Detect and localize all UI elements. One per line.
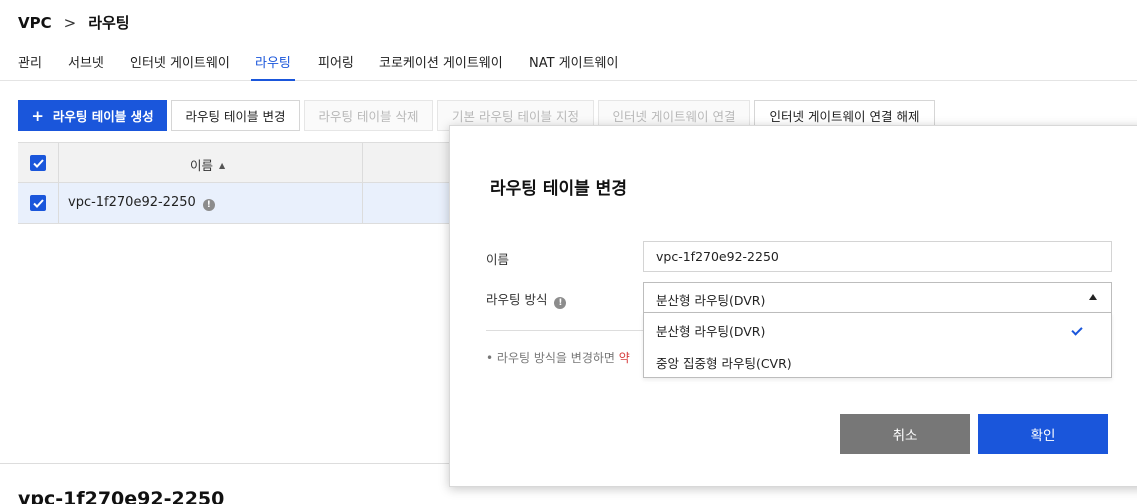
tab-bar: 관리 서브넷 인터넷 게이트웨이 라우팅 피어링 코로케이션 게이트웨이 NAT… (0, 42, 1137, 81)
breadcrumb-current: 라우팅 (88, 14, 130, 32)
column-header-name[interactable]: 이름 ▲ (190, 155, 225, 174)
row-name-cell: vpc-1f270e92-2250! (68, 195, 215, 211)
tab-nat-gateway[interactable]: NAT 게이트웨이 (529, 52, 618, 71)
breadcrumb-root[interactable]: VPC (18, 14, 52, 32)
info-icon[interactable]: ! (554, 297, 567, 309)
tab-routing[interactable]: 라우팅 (251, 52, 295, 81)
column-divider (58, 143, 59, 182)
routing-method-dropdown: 분산형 라우팅(DVR) 중앙 집중형 라우팅(CVR) (643, 313, 1112, 378)
change-routing-table-button[interactable]: 라우팅 테이블 변경 (171, 100, 300, 131)
confirm-button[interactable]: 확인 (978, 414, 1108, 454)
column-header-name-label: 이름 (190, 158, 214, 173)
routing-method-label-text: 라우팅 방식 (486, 292, 548, 307)
option-dvr-label: 분산형 라우팅(DVR) (656, 324, 766, 339)
tab-subnet[interactable]: 서브넷 (68, 52, 104, 71)
breadcrumb: VPC > 라우팅 (18, 12, 130, 33)
column-divider (58, 183, 59, 223)
row-name-text: vpc-1f270e92-2250 (68, 195, 196, 210)
sort-asc-icon: ▲ (219, 161, 226, 170)
note-text: 라우팅 방식을 변경하면 (496, 351, 615, 365)
caret-up-icon (1089, 294, 1097, 300)
modal-title: 라우팅 테이블 변경 (490, 179, 627, 199)
column-divider (362, 183, 363, 223)
breadcrumb-separator: > (63, 13, 77, 32)
info-icon[interactable]: ! (202, 199, 215, 211)
create-routing-table-button[interactable]: + 라우팅 테이블 생성 (18, 100, 167, 131)
section-divider (0, 463, 460, 464)
note-highlight: 약 (618, 351, 630, 365)
tab-internet-gateway[interactable]: 인터넷 게이트웨이 (130, 52, 230, 71)
table-header: 이름 ▲ (18, 142, 458, 183)
option-cvr[interactable]: 중앙 집중형 라우팅(CVR) (656, 353, 792, 372)
check-icon (32, 158, 44, 168)
routing-method-select[interactable]: 분산형 라우팅(DVR) (643, 282, 1112, 313)
form-divider (486, 330, 646, 331)
routing-table-list: 이름 ▲ vpc-1f270e92-2250! (18, 142, 458, 224)
name-input[interactable]: vpc-1f270e92-2250 (643, 241, 1112, 272)
create-routing-table-label: 라우팅 테이블 생성 (52, 109, 154, 124)
table-row[interactable]: vpc-1f270e92-2250! (18, 183, 458, 224)
check-icon (1071, 324, 1083, 336)
routing-method-note: • 라우팅 방식을 변경하면 약 (486, 351, 630, 365)
plus-icon: + (31, 106, 44, 125)
routing-method-selected: 분산형 라우팅(DVR) (656, 293, 766, 308)
change-routing-table-modal: 라우팅 테이블 변경 이름 vpc-1f270e92-2250 라우팅 방식! … (449, 125, 1137, 487)
tab-colocation-gateway[interactable]: 코로케이션 게이트웨이 (379, 52, 503, 71)
tab-peering[interactable]: 피어링 (318, 52, 354, 71)
cancel-button[interactable]: 취소 (840, 414, 970, 454)
detail-title: vpc-1f270e92-2250 (18, 488, 225, 504)
tab-management[interactable]: 관리 (18, 52, 42, 71)
select-all-checkbox[interactable] (30, 155, 46, 171)
row-checkbox[interactable] (30, 195, 46, 211)
option-dvr[interactable]: 분산형 라우팅(DVR) (656, 321, 1096, 340)
routing-method-label: 라우팅 방식! (486, 289, 567, 309)
check-icon (32, 198, 44, 208)
delete-routing-table-button[interactable]: 라우팅 테이블 삭제 (304, 100, 433, 131)
column-divider (362, 143, 363, 182)
name-label: 이름 (486, 252, 510, 267)
